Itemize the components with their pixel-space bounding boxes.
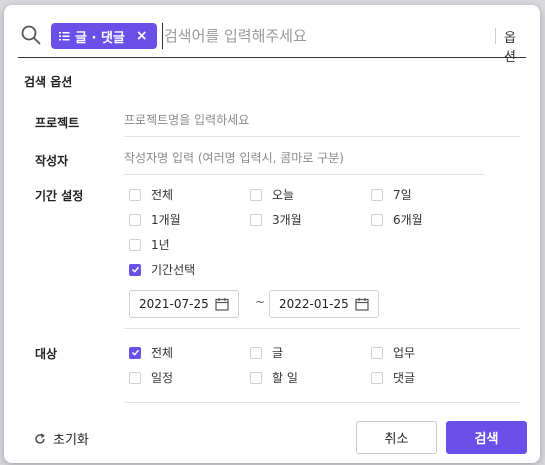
reset-label: 초기화 [53, 433, 89, 448]
option-label: 7일 [393, 188, 412, 202]
scope-chip-label: 글 · 댓글 [75, 30, 125, 46]
period-option-1y[interactable]: 1년 [129, 236, 170, 253]
end-date-value: 2022-01-25 [279, 297, 349, 311]
target-option-task[interactable]: 업무 [371, 344, 415, 361]
target-option-schedule[interactable]: 일정 [129, 369, 173, 386]
option-label: 일정 [151, 371, 174, 385]
option-label: 전체 [151, 188, 174, 202]
period-divider [124, 328, 520, 329]
date-range-separator: ~ [255, 295, 266, 309]
start-date-input[interactable]: 2021-07-25 [129, 290, 239, 318]
period-option-1m[interactable]: 1개월 [129, 211, 181, 228]
checkbox[interactable] [371, 346, 383, 359]
divider [495, 28, 496, 44]
scope-chip[interactable]: 글 · 댓글 × [51, 23, 157, 49]
checkbox[interactable] [371, 371, 383, 384]
options-toggle[interactable]: 옵션 [504, 27, 526, 65]
cancel-button[interactable]: 취소 [356, 421, 437, 454]
checkbox[interactable] [129, 371, 141, 384]
option-label: 1개월 [151, 213, 181, 227]
project-underline [124, 136, 520, 137]
checkbox[interactable] [250, 371, 262, 384]
search-input[interactable] [164, 23, 484, 49]
start-date-value: 2021-07-25 [139, 297, 209, 311]
search-button[interactable]: 검색 [446, 421, 527, 454]
calendar-icon[interactable] [215, 297, 229, 311]
checkbox-checked[interactable] [129, 263, 141, 276]
period-option-all[interactable]: 전체 [129, 186, 173, 203]
period-label: 기간 설정 [35, 189, 84, 203]
option-label: 글 [272, 346, 284, 360]
period-option-custom[interactable]: 기간선택 [129, 261, 195, 278]
option-label: 댓글 [393, 371, 416, 385]
target-option-all[interactable]: 전체 [129, 344, 173, 361]
checkbox[interactable] [129, 213, 141, 226]
refresh-icon [35, 432, 45, 444]
target-option-post[interactable]: 글 [250, 344, 283, 361]
option-label: 6개월 [393, 213, 423, 227]
project-input[interactable] [124, 109, 514, 131]
search-icon[interactable] [20, 24, 42, 46]
period-option-6m[interactable]: 6개월 [371, 211, 423, 228]
option-label: 할 일 [272, 371, 298, 385]
checkbox[interactable] [371, 188, 383, 201]
option-label: 전체 [151, 346, 174, 360]
option-label: 1년 [151, 238, 170, 252]
option-label: 오늘 [272, 188, 295, 202]
author-underline [124, 174, 484, 175]
option-label: 3개월 [272, 213, 302, 227]
checkbox[interactable] [250, 188, 262, 201]
option-label: 업무 [393, 346, 416, 360]
period-option-7d[interactable]: 7일 [371, 186, 412, 203]
calendar-icon[interactable] [355, 297, 369, 311]
reset-button[interactable]: 초기화 [34, 429, 89, 448]
section-title: 검색 옵션 [24, 75, 73, 89]
target-option-comment[interactable]: 댓글 [371, 369, 415, 386]
end-date-input[interactable]: 2022-01-25 [269, 290, 379, 318]
checkbox[interactable] [250, 213, 262, 226]
text-caret [162, 23, 163, 49]
close-icon[interactable]: × [136, 29, 148, 43]
checkbox-checked[interactable] [129, 346, 141, 359]
target-option-todo[interactable]: 할 일 [250, 369, 298, 386]
checkbox[interactable] [250, 346, 262, 359]
period-option-3m[interactable]: 3개월 [250, 211, 302, 228]
period-option-today[interactable]: 오늘 [250, 186, 294, 203]
list-icon [59, 32, 70, 41]
checkbox[interactable] [129, 238, 141, 251]
target-label: 대상 [35, 347, 58, 361]
author-label: 작성자 [35, 154, 69, 168]
checkbox[interactable] [129, 188, 141, 201]
checkbox[interactable] [371, 213, 383, 226]
search-bar: 글 · 댓글 × 옵션 [18, 16, 526, 65]
option-label: 기간선택 [151, 263, 196, 277]
project-label: 프로젝트 [35, 116, 80, 130]
author-input[interactable] [124, 147, 514, 169]
search-panel: 글 · 댓글 × 옵션 검색 옵션 프로젝트 작성자 기간 설정 전체 오늘 7… [4, 5, 540, 463]
target-divider [124, 402, 520, 403]
